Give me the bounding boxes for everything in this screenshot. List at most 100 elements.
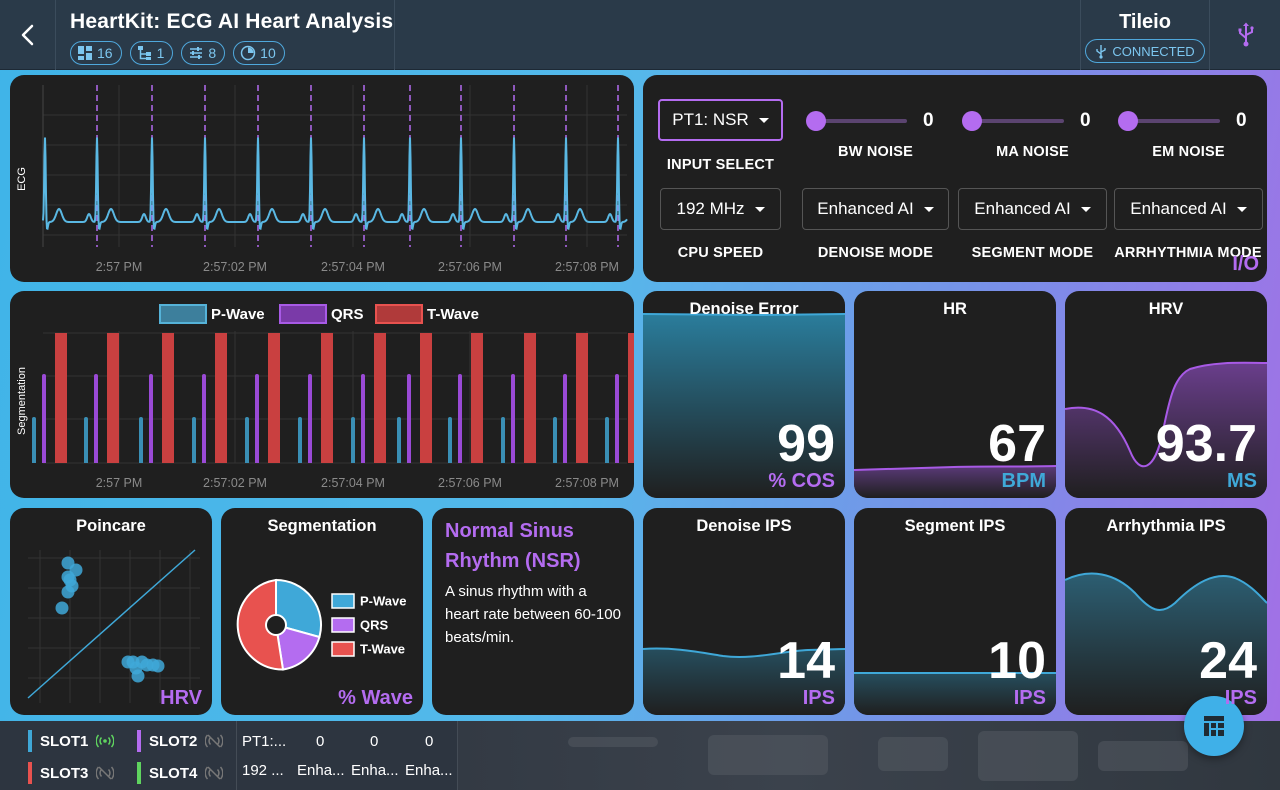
footer-denoise-mode-value: Enha... [297,762,345,779]
dashboard-count-chip[interactable]: 16 [70,41,122,65]
slot4-indicator[interactable]: SLOT4 [137,762,224,784]
dial-count-chip[interactable]: 10 [233,41,285,65]
input-select-dropdown[interactable]: PT1: NSR [658,99,783,141]
p-wave-bar [192,419,196,463]
slot1-label: SLOT1 [40,732,89,750]
slot3-indicator[interactable]: SLOT3 [28,762,115,784]
segment-ips-card: Segment IPS 10 IPS [854,508,1056,715]
t-wave-bar [374,333,386,463]
hrv-value: 93.7 [1155,415,1257,473]
p-wave-bar [298,419,302,463]
connection-status: CONNECTED [1112,43,1195,59]
footer-blurred-region [458,721,1280,790]
caret-down-icon [754,206,765,212]
segmentation-pie-card: Segmentation P-Wave QRS T-Wave % Wave [221,508,423,715]
qrs-bar [94,376,98,463]
caret-down-icon [923,206,934,212]
sliders-count-chip[interactable]: 8 [181,41,226,65]
footer-bw-value: 0 [316,733,325,750]
poincare-point [55,601,69,615]
arrhythmia-mode-value: Enhanced AI [1130,199,1227,218]
t-wave-bar [576,333,588,463]
p-wave-bar [605,419,609,463]
arrhythmia-mode-dropdown[interactable]: Enhanced AI [1114,188,1263,230]
dashboard-icon [78,46,92,60]
footer-arrhythmia-mode-value: Enha... [405,762,453,779]
pie-legend-qrs: QRS [360,618,389,633]
denoise-ips-unit: IPS [802,687,835,709]
cpu-speed-dropdown[interactable]: 192 MHz [660,188,781,230]
slot3-color-bar [28,762,32,784]
identity-line [27,549,196,699]
qrs-bar [458,376,462,463]
ma-noise-slider-thumb[interactable] [962,111,982,131]
t-wave-bar [55,333,67,463]
bw-noise-value: 0 [923,110,934,131]
back-button[interactable] [0,0,56,70]
legend-swatch-p-wave [159,304,207,324]
slot1-indicator[interactable]: SLOT1 [28,730,115,752]
em-noise-slider[interactable] [1128,119,1220,123]
p-wave-bar [501,419,505,463]
pie-legend-swatch-qrs [331,617,355,633]
qrs-bar [202,376,206,463]
segment-mode-dropdown[interactable]: Enhanced AI [958,188,1107,230]
slot1-color-bar [28,730,32,752]
ma-noise-slider[interactable] [972,119,1064,123]
poincare-card: Poincare HRV [10,508,212,715]
seg-xtick: 2:57:06 PM [438,476,502,490]
sliders-icon [190,47,203,59]
legend-label-p-wave: P-Wave [211,306,265,323]
segmentation-chart: P-Wave QRS T-Wave Segmentation 2:57 PM 2… [16,304,634,490]
denoise-mode-dropdown[interactable]: Enhanced AI [802,188,949,230]
cpu-speed-label: CPU SPEED [677,245,764,261]
connection-status-chip[interactable]: CONNECTED [1085,39,1205,63]
usb-button[interactable] [1211,0,1280,70]
ecg-xtick: 2:57:02 PM [203,260,267,274]
poincare-corner-label: HRV [160,687,202,709]
signal-disconnected-icon [205,734,224,748]
p-wave-bar [139,419,143,463]
poincare-point [151,659,165,673]
qrs-bar [563,376,567,463]
rhythm-card: Normal Sinus Rhythm (NSR) A sinus rhythm… [432,508,634,715]
legend-label-qrs: QRS [331,306,364,323]
qrs-bar [255,376,259,463]
signal-connected-icon [96,734,115,748]
qrs-bar [511,376,515,463]
denoise-error-card: Denoise Error 99 % COS [643,291,845,498]
segmentation-pie-corner-label: % Wave [338,687,413,709]
denoise-ips-value: 14 [777,632,835,690]
segment-mode-value: Enhanced AI [974,199,1071,218]
poincare-point [121,655,135,669]
ecg-xtick: 2:57:08 PM [555,260,619,274]
t-wave-bar [268,333,280,463]
footer-ma-value: 0 [370,733,379,750]
denoise-mode-value: Enhanced AI [817,199,914,218]
denoise-ips-card: Denoise IPS 14 IPS [643,508,845,715]
qrs-bar [361,376,365,463]
flow-count-chip[interactable]: 1 [129,41,174,65]
qrs-bar [615,376,619,463]
bw-noise-label: BW NOISE [838,144,913,160]
hr-value: 67 [988,415,1046,473]
signal-disconnected-icon [205,766,224,780]
slot2-indicator[interactable]: SLOT2 [137,730,224,752]
bw-noise-slider[interactable] [815,119,907,123]
qrs-bar [308,376,312,463]
device-name: Tileio [1119,11,1171,33]
hrv-card: HRV 93.7 MS [1065,291,1267,498]
bw-noise-slider-thumb[interactable] [806,111,826,131]
pie-legend-t-wave: T-Wave [360,642,405,657]
ecg-xtick: 2:57:06 PM [438,260,502,274]
caret-down-icon [1080,206,1091,212]
p-wave-bar [84,419,88,463]
footer-cpu-value: 192 ... [242,762,284,779]
ecg-chart-card: ECG 2:57 PM 2:57:02 PM 2:57:04 PM 2:57:0… [10,75,634,282]
em-noise-slider-thumb[interactable] [1118,111,1138,131]
arrhythmia-ips-title: Arrhythmia IPS [1106,517,1226,535]
slot4-label: SLOT4 [149,764,198,782]
slot2-label: SLOT2 [149,732,198,750]
arrhythmia-ips-value: 24 [1199,632,1257,690]
pie-legend-swatch-p-wave [331,593,355,609]
